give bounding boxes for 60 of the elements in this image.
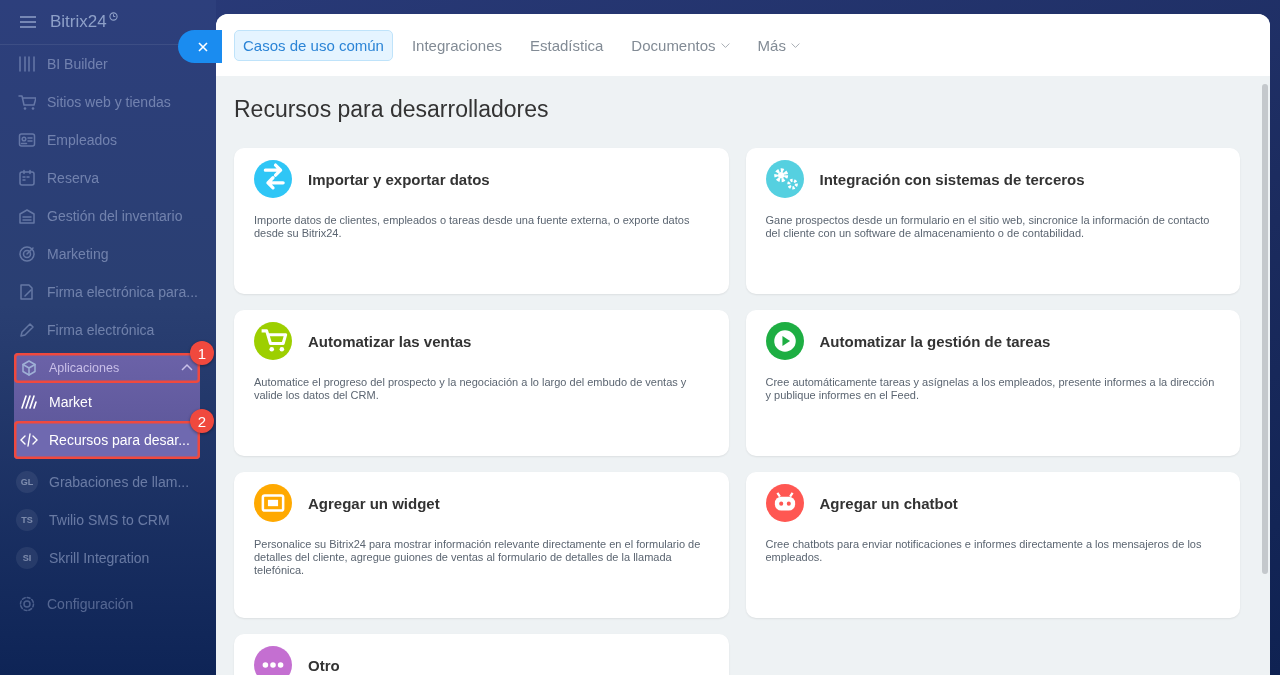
cart-icon <box>18 93 36 111</box>
clock-icon <box>108 12 118 21</box>
market-icon <box>20 393 38 411</box>
card-description: Importe datos de clientes, empleados o tareas desde una fuente externa, o exporte datos desde su Bitrix24. <box>254 214 691 240</box>
menu-item[interactable]: BI Builder <box>0 45 174 83</box>
close-button[interactable] <box>178 30 222 63</box>
menu-item[interactable]: Firma electrónica para... <box>0 273 216 311</box>
card-title: Agregar un chatbot <box>819 494 958 512</box>
code-icon <box>20 431 38 449</box>
app-badge: TS <box>16 509 38 531</box>
card-title: Importar y exportar datos <box>308 170 490 188</box>
app-badge: GL <box>16 471 38 493</box>
card-title: Agregar un widget <box>308 494 440 512</box>
logo[interactable]: Bitrix24 <box>50 12 107 32</box>
callout-badge: 2 <box>190 409 214 433</box>
card[interactable]: Importar y exportar datos Importe datos de clientes, empleados o tareas desde una fuente externa, o exporte datos desde su Bitrix24. <box>234 148 729 294</box>
tab[interactable]: Documentos <box>622 29 739 61</box>
card-title: Automatizar la gestión de tareas <box>819 332 1051 350</box>
id-card-icon <box>18 131 36 149</box>
callout-badge: 1 <box>190 341 214 365</box>
menu-item[interactable]: Empleados <box>0 121 216 159</box>
bars-icon <box>18 55 36 73</box>
gear-icon <box>18 595 36 613</box>
menu-item[interactable]: Marketing <box>0 235 216 273</box>
tab[interactable]: Integraciones <box>402 29 511 61</box>
menu-item[interactable]: Sitios web y tiendas <box>0 83 216 121</box>
page-title: Recursos para desarrolladores <box>234 96 550 123</box>
app-badge: SI <box>16 547 38 569</box>
tab[interactable]: Más <box>748 29 809 61</box>
menu-item[interactable]: TS Twilio SMS to CRM <box>0 501 216 539</box>
card-description: Cree automáticamente tareas y asígnelas a los empleados, presente informes a la dirección y publique informes en el Feed. <box>765 376 1216 402</box>
card[interactable]: Automatizar la gestión de tareas Cree automáticamente tareas y asígnelas a los empleados, presente informes a la dirección y publique informes en el Feed. <box>745 310 1240 456</box>
card-description: Gane prospectos desde un formulario en el sitio web, sincronice la información de contacto del cliente con un software de almacenamiento o de contabilidad. <box>765 214 1211 240</box>
warehouse-icon <box>18 207 36 225</box>
card[interactable] <box>234 472 729 618</box>
calendar-icon <box>18 169 36 187</box>
tab[interactable]: Casos de uso común <box>234 29 393 61</box>
card[interactable]: Automatizar las ventas Automatice el progreso del prospecto y la negociación a lo largo del embudo de ventas y valide los datos del CRM. <box>234 310 729 456</box>
pen-icon <box>18 321 36 339</box>
card-title: Otro <box>308 656 340 674</box>
menu-item[interactable]: Gestión del inventario <box>0 197 216 235</box>
card[interactable]: Agregar un chatbot Cree chatbots para enviar notificaciones e informes directamente a los mensajeros de los empleados. <box>745 472 1240 618</box>
card-description: Automatice el progreso del prospecto y la negociación a lo largo del embudo de ventas y valide los datos del CRM. <box>254 376 688 402</box>
menu-item[interactable]: GL Grabaciones de llam... <box>0 463 216 501</box>
close-icon <box>198 41 208 52</box>
menu-item[interactable]: SI Skrill Integration <box>0 539 216 577</box>
card-description: Personalice su Bitrix24 para mostrar información relevante directamente en el formulario de detalles del cliente, agregue guiones de ventas al formulario de detalles de la llamada telefónica. <box>254 538 702 577</box>
scrollbar[interactable] <box>1262 84 1268 574</box>
menu-icon[interactable] <box>20 16 36 28</box>
tab[interactable]: Estadística <box>521 29 613 61</box>
card-title: Automatizar las ventas <box>308 332 472 350</box>
card-title: Integración con sistemas de terceros <box>819 170 1085 188</box>
card-description: Cree chatbots para enviar notificaciones e informes directamente a los mensajeros de los empleados. <box>765 538 1203 564</box>
card[interactable]: Otro <box>234 634 729 675</box>
menu-item[interactable]: Reserva <box>0 159 216 197</box>
card[interactable]: Integración con sistemas de terceros Gane prospectos desde un formulario en el sitio web, sincronice la información de contacto del cliente con un software de almacenamiento o de contabilidad. <box>745 148 1240 294</box>
document-pen-icon <box>18 283 36 301</box>
box-icon <box>20 359 38 377</box>
menu-item[interactable]: Configuración <box>0 585 216 623</box>
target-icon <box>18 245 36 263</box>
